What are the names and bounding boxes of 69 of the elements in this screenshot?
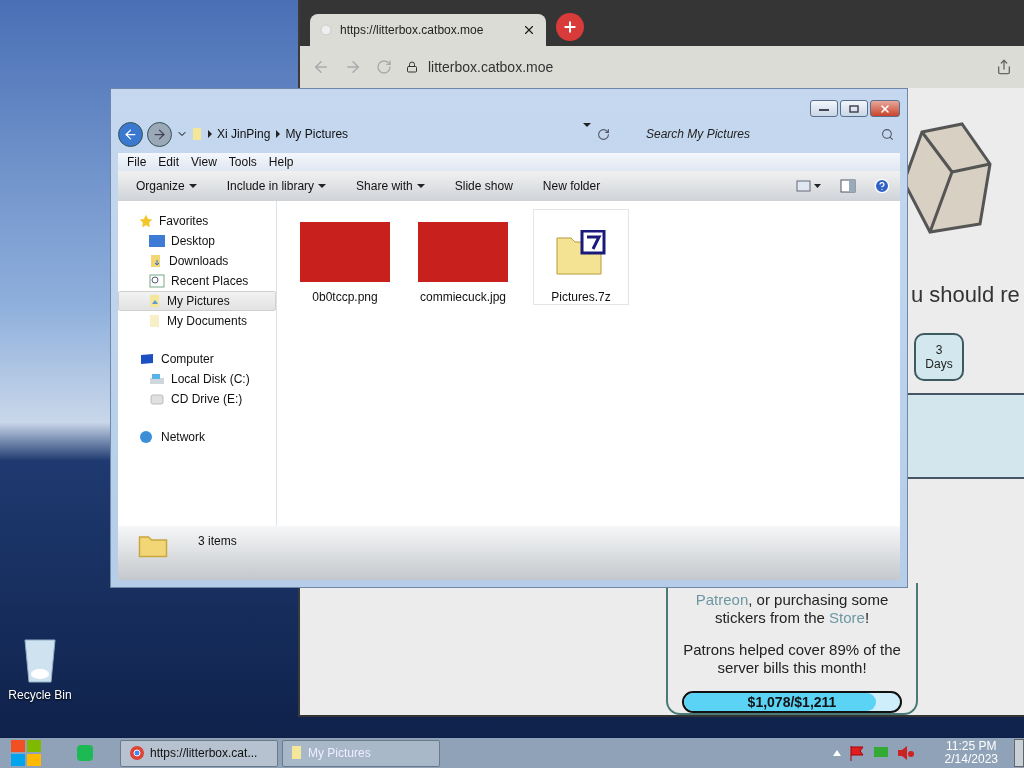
- new-tab-button[interactable]: [556, 13, 584, 41]
- close-icon: [879, 102, 891, 115]
- downloads-folder-icon: [149, 254, 163, 268]
- start-button[interactable]: [10, 739, 42, 767]
- sidebar-item[interactable]: My Documents: [118, 311, 276, 331]
- browser-icon: [129, 745, 145, 761]
- desktop-icon-label: Recycle Bin: [8, 688, 72, 702]
- plus-icon: [562, 19, 578, 35]
- sidebar-item[interactable]: Recent Places: [118, 271, 276, 291]
- view-options-icon[interactable]: [796, 180, 822, 192]
- sidebar-item[interactable]: Local Disk (C:): [118, 369, 276, 389]
- gallery-tile[interactable]: Pictures.7z: [533, 209, 629, 305]
- funding-amount: $1,078/$1,211: [746, 694, 838, 710]
- archive-file-icon: [556, 230, 606, 278]
- recycle-bin-icon[interactable]: [22, 636, 58, 684]
- toolbar-button[interactable]: Slide show: [454, 179, 513, 193]
- browser-tab[interactable]: https://litterbox.catbox.moe: [310, 14, 546, 46]
- gallery-tile[interactable]: commiecuck.jpg: [415, 209, 511, 305]
- page-heading: u should re: [911, 282, 1020, 308]
- menu-item[interactable]: View: [186, 153, 222, 171]
- item-count: 3 items: [198, 534, 237, 548]
- toolbar-button[interactable]: Share with: [356, 179, 425, 193]
- sidebar-item[interactable]: Desktop: [118, 231, 276, 251]
- volume-muted-icon[interactable]: [896, 745, 915, 761]
- taskbar-button[interactable]: https://litterbox.cat...: [120, 739, 278, 767]
- network-icon: [139, 430, 155, 444]
- cd-drive-icon: [149, 393, 165, 405]
- patrons-note: Patrons helped cover 89% of the server bills this month!: [682, 641, 902, 677]
- forward-button[interactable]: [147, 121, 172, 147]
- forward-arrow-icon: [152, 126, 167, 142]
- show-desktop-button[interactable]: [1014, 739, 1024, 767]
- preview-pane-icon[interactable]: [840, 179, 856, 193]
- search-field[interactable]: Search My Pictures: [644, 126, 881, 142]
- disk-drive-icon: [149, 373, 165, 385]
- sidebar-item[interactable]: Computer: [118, 349, 276, 369]
- recent-places-icon: [149, 274, 165, 288]
- refresh-icon[interactable]: [597, 127, 610, 141]
- star-icon: [139, 214, 153, 228]
- toolbar-button[interactable]: Organize: [136, 179, 197, 193]
- flag-icon[interactable]: [848, 745, 865, 761]
- maximize-button[interactable]: [840, 100, 868, 117]
- sidebar-item[interactable]: My Pictures: [118, 291, 276, 311]
- menu-item[interactable]: File: [122, 153, 152, 171]
- sidebar-item[interactable]: Downloads: [118, 251, 276, 271]
- sidebar-item[interactable]: Favorites: [118, 211, 276, 231]
- show-hidden-icons-icon[interactable]: [832, 750, 841, 756]
- close-icon[interactable]: [522, 23, 536, 37]
- minimize-button[interactable]: [810, 100, 838, 117]
- back-button[interactable]: [118, 121, 143, 147]
- menu-item[interactable]: Edit: [153, 153, 185, 171]
- sidebar-item[interactable]: CD Drive (E:): [118, 389, 276, 409]
- help-icon[interactable]: [874, 178, 890, 194]
- close-button[interactable]: [870, 100, 900, 117]
- folder-icon: [138, 534, 168, 558]
- menu-item[interactable]: Tools: [223, 153, 262, 171]
- share-icon[interactable]: [996, 59, 1012, 75]
- toolbar-button[interactable]: Include in library: [226, 179, 327, 193]
- gallery-tile[interactable]: 0b0tccp.png: [297, 209, 393, 305]
- search-icon: [881, 127, 894, 141]
- duration-button[interactable]: 3 Days: [914, 333, 964, 381]
- maximize-icon: [849, 104, 859, 113]
- computer-icon: [139, 353, 155, 365]
- desktop-icon: [149, 234, 165, 248]
- sidebar-item[interactable]: Network: [118, 427, 276, 447]
- lock-icon: [406, 61, 418, 73]
- toolbar-button[interactable]: New folder: [542, 179, 601, 193]
- favicon-icon: [320, 24, 332, 36]
- donation-text: Patreon, or purchasing some stickers from the Store!: [694, 591, 890, 627]
- menu-item[interactable]: Help: [263, 153, 299, 171]
